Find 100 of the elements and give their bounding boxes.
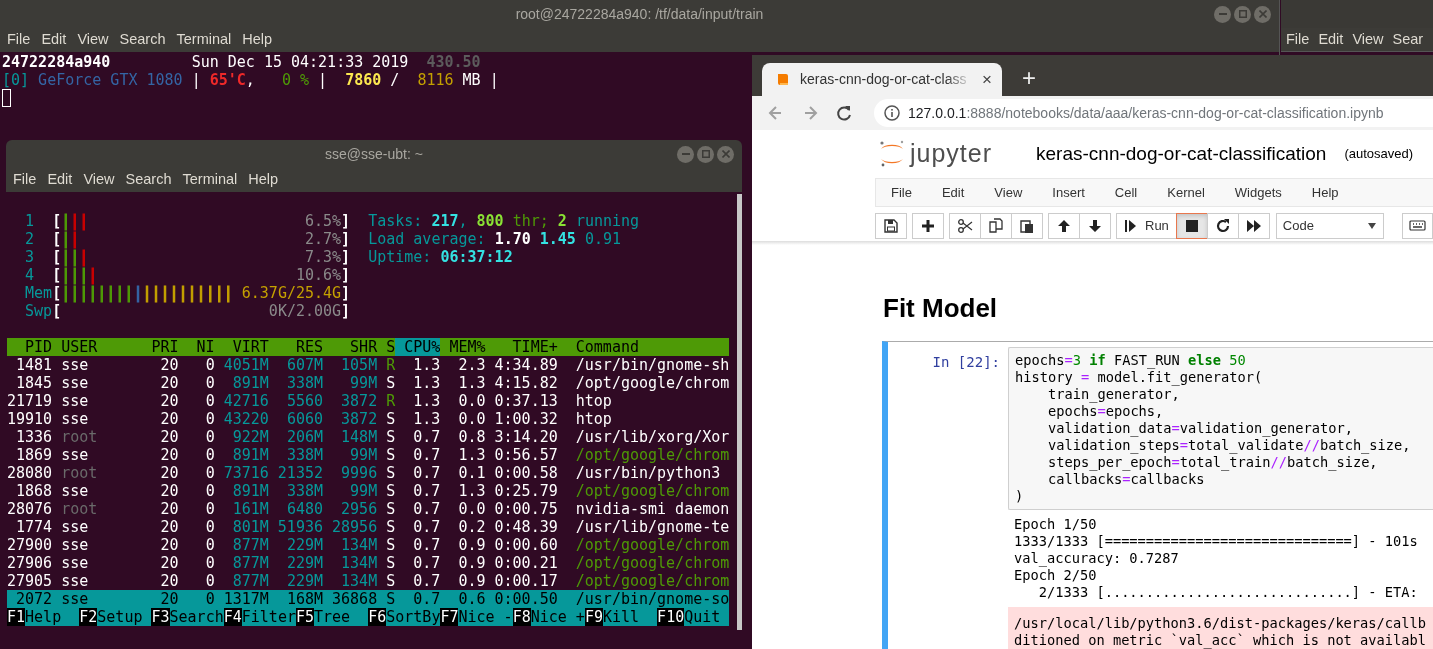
table-cell-text: 4:15.82 <box>493 374 558 392</box>
table-cell-text: 1774 <box>15 518 53 536</box>
function-key[interactable]: F2 <box>79 608 98 626</box>
browser-tab[interactable]: keras-cnn-dog-or-cat-class × <box>762 63 1002 96</box>
menu-item[interactable]: Help <box>242 29 273 51</box>
table-cell-text: S <box>385 500 396 518</box>
menu-item[interactable]: Edit <box>47 169 73 191</box>
run-button[interactable]: Run <box>1116 212 1177 239</box>
function-key[interactable]: F6 <box>368 608 387 626</box>
column-header[interactable]: TIME+ <box>485 338 558 356</box>
process-row[interactable]: 27900 sse 20 0 877M 229M 134M S 0.7 0.9 0:00.60 /opt/google/chrom <box>7 536 730 554</box>
table-cell-text: 134M <box>340 536 378 554</box>
cell-type-select[interactable]: Code <box>1275 212 1384 239</box>
column-header[interactable]: PID <box>7 338 53 356</box>
function-key[interactable]: F7 <box>440 608 459 626</box>
menu-item[interactable]: File <box>876 182 927 203</box>
process-row[interactable]: 28076 root 20 0 161M 6480 2956 S 0.7 0.0 0:00.75 nvidia-smi daemon <box>7 500 730 518</box>
column-header[interactable]: CPU% <box>395 338 441 356</box>
meter-line: 2 [|| 2.7%] <box>25 230 351 248</box>
menu-item[interactable]: File <box>1286 28 1310 51</box>
process-row[interactable]: 27905 sse 20 0 877M 229M 134M S 0.7 0.9 0:00.17 /opt/google/chrom <box>7 572 730 590</box>
process-row[interactable]: 1336 root 20 0 922M 206M 148M S 0.7 0.8 3:14.20 /usr/lib/xorg/Xor <box>7 428 730 446</box>
restart-button[interactable] <box>1206 212 1239 239</box>
column-header[interactable]: Command <box>557 338 730 356</box>
notebook-title[interactable]: keras-cnn-dog-or-cat-classification <box>1036 139 1327 169</box>
table-cell-text: 20 <box>159 428 179 446</box>
column-header[interactable]: NI <box>178 338 215 356</box>
process-row[interactable]: 1774 sse 20 0 801M 51936 28956 S 0.7 0.2 0:48.39 /usr/lib/gnome-te <box>7 518 730 536</box>
process-row[interactable]: 21719 sse 20 0 42716 5560 3872 R 1.3 0.0 0:37.13 htop <box>7 392 730 410</box>
process-row[interactable]: 2072 sse 20 0 1317M 168M 36868 S 0.7 0.6 0:00.50 /usr/bin/gnome-so <box>7 590 730 608</box>
table-cell-text: 168M <box>285 590 323 608</box>
table-cell-text: /usr/bin/gnome-so <box>574 590 730 608</box>
save-button[interactable] <box>875 212 907 239</box>
menu-item[interactable]: Terminal <box>182 169 238 191</box>
menu-item[interactable]: Edit <box>926 182 980 203</box>
function-key[interactable]: F9 <box>584 608 603 626</box>
new-tab-button[interactable]: + <box>1022 66 1036 90</box>
function-label: Help <box>25 608 63 626</box>
menu-item[interactable]: Edit <box>41 29 67 51</box>
menu-item[interactable]: Help <box>1296 182 1354 203</box>
function-key[interactable]: F4 <box>223 608 242 626</box>
column-header[interactable]: PRI <box>151 338 179 356</box>
process-row[interactable]: 19910 sse 20 0 43220 6060 3872 S 1.3 0.0 1:00.32 htop <box>7 410 730 428</box>
menu-item[interactable]: File <box>13 169 37 191</box>
notebook-cell[interactable] <box>882 341 1433 649</box>
menu-item[interactable]: Search <box>125 169 172 191</box>
menu-item[interactable]: View <box>83 169 115 191</box>
menu-item[interactable]: Widgets <box>1219 182 1297 203</box>
close-tab-button[interactable]: × <box>982 71 992 88</box>
menu-item[interactable]: Edit <box>1318 28 1344 51</box>
column-header[interactable]: RES <box>268 338 323 356</box>
table-cell-text: R <box>385 392 396 410</box>
column-header[interactable]: MEM% <box>440 338 486 356</box>
process-row[interactable]: 28080 root 20 0 73716 21352 9996 S 0.7 0.1 0:00.58 /usr/bin/python3 <box>7 464 730 482</box>
table-cell-text: 1317M <box>222 590 269 608</box>
function-key[interactable]: F8 <box>512 608 531 626</box>
minimize-icon <box>681 153 690 155</box>
column-header[interactable]: VIRT <box>214 338 269 356</box>
function-key[interactable]: F1 <box>7 608 26 626</box>
address-bar[interactable]: 127.0.0.1:8888/notebooks/data/aaa/keras-cnn-dog-or-cat-classification.ipynb <box>874 99 1433 127</box>
menu-item[interactable]: View <box>77 29 109 51</box>
move-up-button[interactable] <box>1048 212 1080 239</box>
menu-item[interactable]: File <box>7 29 31 51</box>
table-cell-text: 20 <box>159 518 179 536</box>
menu-item[interactable]: Terminal <box>176 29 232 51</box>
paste-button[interactable] <box>1011 212 1043 239</box>
column-header[interactable]: USER <box>52 338 152 356</box>
process-row[interactable]: 1481 sse 20 0 4051M 607M 105M R 1.3 2.3 4:34.89 /usr/bin/gnome-sh <box>7 356 730 374</box>
menu-item[interactable]: Search <box>119 29 166 51</box>
menu-item[interactable]: Kernel <box>1152 182 1220 203</box>
process-row[interactable]: 1869 sse 20 0 891M 338M 99M S 0.7 1.3 0:56.57 /opt/google/chrom <box>7 446 730 464</box>
code-line: steps_per_epoch=total_train//batch_size, <box>1046 454 1378 471</box>
move-down-button[interactable] <box>1079 212 1111 239</box>
run-all-button[interactable] <box>1237 212 1270 239</box>
column-header[interactable]: SHR <box>323 338 378 356</box>
process-row[interactable]: 27906 sse 20 0 877M 229M 134M S 0.7 0.9 0:00.21 /opt/google/chrom <box>7 554 730 572</box>
table-cell-text: S <box>385 536 396 554</box>
table-cell-text: /usr/bin/python3 <box>574 464 722 482</box>
copy-button[interactable] <box>980 212 1012 239</box>
table-cell-text: 206M <box>285 428 323 446</box>
insert-cell-button[interactable] <box>912 212 944 239</box>
menu-item[interactable]: Sear <box>1392 28 1424 51</box>
function-key[interactable]: F10 <box>657 608 685 626</box>
process-row[interactable]: 1868 sse 20 0 891M 338M 99M S 0.7 1.3 0:25.79 /opt/google/chrom <box>7 482 730 500</box>
menu-item[interactable]: Insert <box>1037 182 1100 203</box>
table-cell: 28080 <box>7 464 53 482</box>
scrollbar[interactable] <box>737 194 742 630</box>
table-cell-text: 891M <box>231 374 269 392</box>
code-editor[interactable] <box>1008 347 1433 510</box>
menu-item[interactable]: Cell <box>1099 182 1153 203</box>
save-status: (autosaved) <box>1344 145 1414 164</box>
cut-button[interactable] <box>949 212 981 239</box>
menu-item[interactable]: View <box>979 182 1038 203</box>
function-key[interactable]: F3 <box>151 608 170 626</box>
column-header[interactable]: S <box>377 338 396 356</box>
keyboard-shortcuts-button[interactable] <box>1401 212 1433 239</box>
menu-item[interactable]: View <box>1352 28 1384 51</box>
menu-item[interactable]: Help <box>248 169 279 191</box>
process-row[interactable]: 1845 sse 20 0 891M 338M 99M S 1.3 1.3 4:15.82 /opt/google/chrom <box>7 374 730 392</box>
stop-button[interactable] <box>1175 212 1208 239</box>
